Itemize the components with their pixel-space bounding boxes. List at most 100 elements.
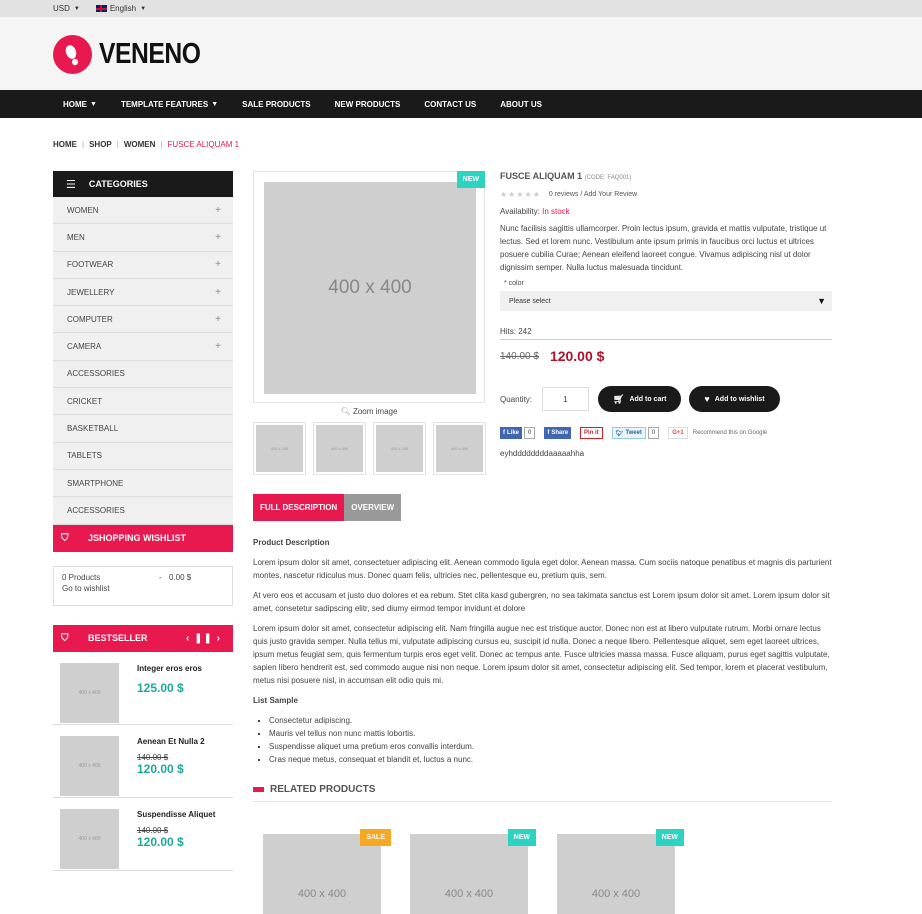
- wishlist-dash: -: [159, 572, 162, 582]
- breadcrumb-separator: |: [82, 140, 85, 149]
- expand-icon[interactable]: +: [215, 259, 221, 270]
- category-label: FOOTWEAR: [67, 260, 114, 270]
- wishlist-title: JSHOPPING WISHLIST: [88, 533, 187, 544]
- category-label: MEN: [67, 232, 85, 242]
- category-label: WOMEN: [67, 205, 99, 215]
- tab-full-description[interactable]: FULL DESCRIPTION: [253, 494, 345, 521]
- breadcrumb-women[interactable]: WOMEN: [124, 140, 156, 149]
- nav-template-features[interactable]: TEMPLATE FEATURES ▼: [121, 100, 218, 109]
- expand-icon[interactable]: +: [215, 287, 221, 298]
- caret-down-icon: ▼: [140, 5, 147, 12]
- nav-label: CONTACT US: [424, 99, 477, 109]
- bestseller-info: Aenean Et Nulla 2 140.00 $120.00 $: [137, 736, 205, 797]
- category-item[interactable]: MEN +: [53, 224, 233, 252]
- category-item[interactable]: TABLETS: [53, 442, 233, 470]
- paragraph: Lorem ipsum dolor sit amet, consectetuer…: [253, 558, 832, 580]
- currency-selector[interactable]: USD ▼: [53, 4, 80, 13]
- bestseller-section: ⛉ BESTSELLER ‹ ❚❚ › 400 x 400 Integer ero…: [53, 624, 233, 871]
- zoom-image-link[interactable]: 🔍︎ Zoom image: [253, 407, 485, 416]
- google-plus-button[interactable]: G+1: [668, 427, 688, 439]
- category-item[interactable]: BASKETBALL: [53, 415, 233, 443]
- bestseller-title: BESTSELLER: [88, 633, 148, 644]
- categories-header: ☰ CATEGORIES: [53, 171, 233, 197]
- nav-contact-us[interactable]: CONTACT US: [424, 100, 476, 109]
- color-label: * color: [504, 280, 524, 287]
- product-name: FUSCE ALIQUAM 1: [500, 171, 583, 181]
- add-to-cart-button[interactable]: 🛒︎ Add to cart: [598, 386, 682, 412]
- product-name[interactable]: Aenean Et Nulla 2: [137, 737, 205, 746]
- product-thumbnail[interactable]: 400 x 400: [60, 662, 119, 723]
- tweet-button[interactable]: 🐦︎ Tweet: [611, 427, 646, 439]
- category-item[interactable]: FOOTWEAR +: [53, 251, 233, 279]
- breadcrumb-home[interactable]: HOME: [53, 140, 77, 149]
- caret-down-icon: ▼: [73, 5, 80, 12]
- facebook-like-button[interactable]: f Like: [500, 427, 523, 439]
- top-bar: USD ▼ English ▼: [0, 0, 922, 17]
- related-product-card[interactable]: 400 x 400 NEW: [557, 829, 684, 914]
- breadcrumb-separator: |: [160, 140, 163, 149]
- product-price: 120.00 $: [137, 834, 184, 849]
- pinterest-button[interactable]: Pin it: [580, 427, 603, 439]
- expand-icon[interactable]: +: [215, 314, 221, 325]
- related-product-card[interactable]: 400 x 400 NEW: [410, 829, 536, 914]
- new-badge: NEW: [507, 829, 536, 846]
- thumbnail[interactable]: 400 x 400: [433, 422, 486, 475]
- category-item[interactable]: ACCESSORIES: [53, 360, 233, 389]
- color-select[interactable]: Please select ▼: [500, 291, 832, 311]
- nav-about-us[interactable]: ABOUT US: [500, 100, 542, 109]
- logo-text: VENENO: [99, 38, 201, 70]
- nav-new-products[interactable]: NEW PRODUCTS: [335, 100, 401, 109]
- product-name[interactable]: Suspendisse Aliquet: [137, 810, 215, 819]
- product-title: FUSCE ALIQUAM 1 (CODE: FAQ001): [500, 171, 832, 181]
- category-item[interactable]: ACCESSORIES: [53, 497, 233, 525]
- thumbnail[interactable]: 400 x 400: [313, 422, 366, 475]
- category-item[interactable]: WOMEN +: [53, 197, 233, 225]
- category-item[interactable]: JEWELLERY +: [53, 278, 233, 307]
- product-name[interactable]: Integer eros eros: [137, 664, 202, 673]
- category-item[interactable]: COMPUTER +: [53, 306, 233, 334]
- category-item[interactable]: CRICKET: [53, 388, 233, 416]
- image-placeholder-text: 400 x 400: [264, 182, 476, 394]
- nav-home[interactable]: HOME ▼: [63, 100, 97, 109]
- bestseller-list: 400 x 400 Integer eros eros 125.00 $400 x …: [53, 652, 233, 871]
- nav-sale-products[interactable]: SALE PRODUCTS: [242, 100, 310, 109]
- bestseller-item[interactable]: 400 x 400 Aenean Et Nulla 2 140.00 $120.00…: [53, 725, 233, 798]
- extra-text: eyhddddddddaaaaahha: [500, 449, 585, 458]
- thumbnail[interactable]: 400 x 400: [373, 422, 426, 475]
- expand-icon[interactable]: +: [215, 341, 221, 352]
- category-item[interactable]: CAMERA +: [53, 333, 233, 361]
- language-label: English: [109, 4, 137, 13]
- category-item[interactable]: SMARTPHONE: [53, 469, 233, 498]
- caret-down-icon: ▼: [90, 100, 97, 108]
- logo[interactable]: VENENO: [53, 35, 218, 74]
- bestseller-item[interactable]: 400 x 400 Suspendisse Aliquet 140.00 $120.…: [53, 798, 233, 871]
- product-thumbnail[interactable]: 400 x 400: [60, 808, 119, 869]
- product-details: FUSCE ALIQUAM 1 (CODE: FAQ001) ★★★★★ 0 r…: [500, 171, 832, 458]
- thumbnail-strip: 400 x 400 400 x 400 400 x 400 400 x 400: [253, 422, 493, 475]
- breadcrumb-shop[interactable]: SHOP: [89, 140, 112, 149]
- language-selector[interactable]: English ▼: [95, 4, 147, 13]
- facebook-share-button[interactable]: f Share: [544, 427, 572, 439]
- expand-icon[interactable]: +: [215, 232, 221, 243]
- related-product-card[interactable]: 400 x 400 SALE: [263, 829, 391, 914]
- tab-overview[interactable]: OVERVIEW: [344, 494, 402, 521]
- carousel-controls[interactable]: ‹ ❚❚ ›: [186, 633, 221, 644]
- add-to-wishlist-button[interactable]: ♥ Add to wishlist: [689, 386, 780, 412]
- availability-label: Availability:: [500, 207, 540, 216]
- tag-icon: ⛉: [61, 532, 69, 544]
- reviews-link[interactable]: 0 reviews / Add Your Review: [549, 191, 637, 198]
- bestseller-item[interactable]: 400 x 400 Integer eros eros 125.00 $: [53, 652, 233, 725]
- social-share-row: f Like 0 f Share Pin it 🐦︎ Tweet 0 G+1 Reco…: [500, 427, 832, 439]
- product-thumbnail[interactable]: 400 x 400: [60, 735, 119, 796]
- sale-badge: SALE: [360, 829, 391, 846]
- cart-icon: 🛒︎: [613, 393, 625, 404]
- tweet-label: Tweet: [625, 430, 642, 436]
- product-main-image[interactable]: 400 x 400 NEW: [253, 171, 485, 403]
- quantity-input[interactable]: 1: [542, 387, 590, 411]
- go-to-wishlist-link[interactable]: Go to wishlist: [62, 584, 224, 593]
- category-label: TABLETS: [67, 451, 102, 461]
- expand-icon[interactable]: +: [215, 205, 221, 216]
- thumbnail[interactable]: 400 x 400: [253, 422, 306, 475]
- related-title: RELATED PRODUCTS: [270, 784, 376, 795]
- uk-flag-icon: [95, 5, 107, 12]
